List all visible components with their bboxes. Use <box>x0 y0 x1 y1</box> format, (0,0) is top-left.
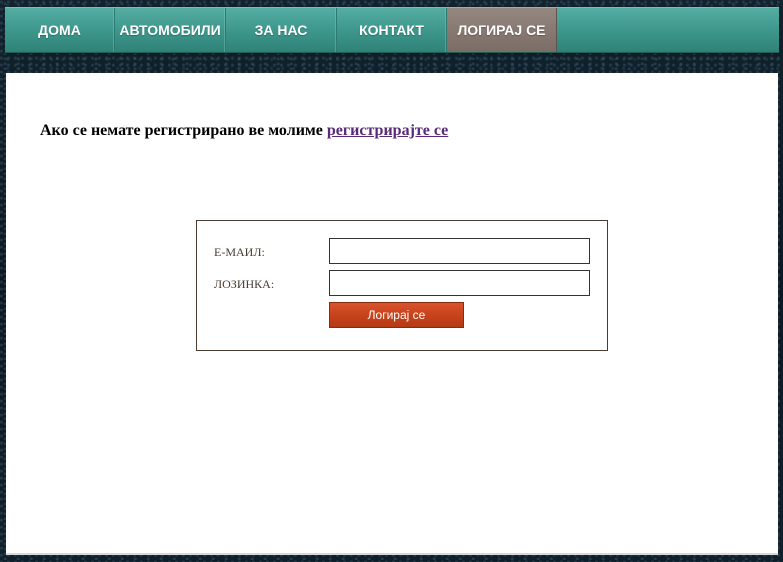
content-panel: Ако се немате регистрирано ве молиме рег… <box>6 73 778 555</box>
email-label: Е-МАИЛ: <box>214 245 265 259</box>
main-navbar: ДОМА АВТОМОБИЛИ ЗА НАС КОНТАКТ ЛОГИРАЈ С… <box>5 7 779 53</box>
nav-item-home[interactable]: ДОМА <box>5 8 115 52</box>
registration-notice: Ако се немате регистрирано ве молиме рег… <box>40 122 448 140</box>
nav-item-contact[interactable]: КОНТАКТ <box>337 8 447 52</box>
nav-item-login[interactable]: ЛОГИРАЈ СЕ <box>447 8 557 52</box>
password-field[interactable] <box>329 270 590 296</box>
registration-notice-text: Ако се немате регистрирано ве молиме <box>40 122 327 139</box>
login-form: Е-МАИЛ: ЛОЗИНКА: Логирај се <box>196 220 608 351</box>
nav-item-about[interactable]: ЗА НАС <box>226 8 337 52</box>
nav-item-cars[interactable]: АВТОМОБИЛИ <box>115 8 226 52</box>
login-button[interactable]: Логирај се <box>329 302 464 328</box>
email-field[interactable] <box>329 238 590 264</box>
register-link[interactable]: регистрирајте се <box>327 122 448 139</box>
password-label: ЛОЗИНКА: <box>214 277 275 291</box>
